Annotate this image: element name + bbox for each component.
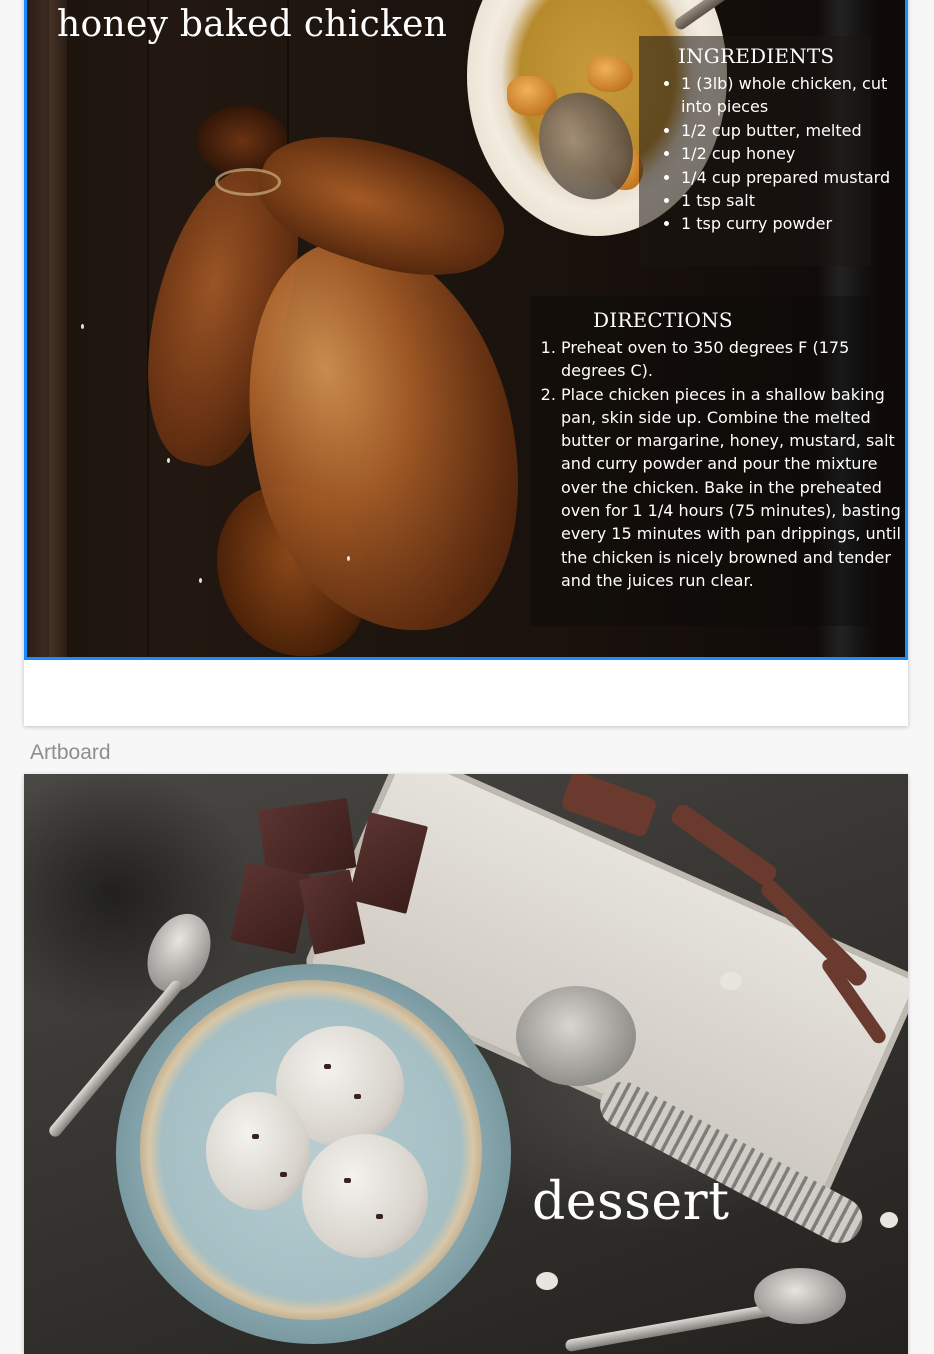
artboard-dessert[interactable]: dessert [24,774,908,1354]
melted-drop [720,972,742,990]
wood-grain [147,0,149,657]
speck [347,556,350,561]
artboard-recipe[interactable]: honey baked chicken INGREDIENTS 1 (3lb) … [24,0,908,726]
direction-step: Place chicken pieces in a shallow baking… [561,383,901,593]
ingredient-item: 1/2 cup butter, melted [681,119,891,142]
chip-image [587,56,633,92]
ice-cream-scoop [302,1134,428,1258]
dessert-title[interactable]: dessert [532,1172,729,1232]
spoon-handle-image [564,1303,774,1353]
ingredient-item: 1/4 cup prepared mustard [681,166,891,189]
speck [81,324,84,329]
twine-image [215,168,281,196]
ice-cream-scoop [206,1092,310,1210]
ingredient-item: 1 tsp salt [681,189,891,212]
chocolate-drizzle [559,774,659,839]
chocolate-fleck [376,1214,383,1219]
ingredient-item: 1/2 cup honey [681,142,891,165]
directions-heading[interactable]: DIRECTIONS [593,308,733,332]
melted-drop [536,1272,558,1290]
chocolate-drizzle [668,801,780,889]
speck [199,578,202,583]
ice-cream-scoop-tool-image [516,986,636,1086]
ingredients-list[interactable]: 1 (3lb) whole chicken, cut into pieces 1… [659,72,891,236]
speck [167,458,170,463]
chocolate-fleck [252,1134,259,1139]
chocolate-fleck [324,1064,331,1069]
ingredients-heading[interactable]: INGREDIENTS [678,44,834,68]
artboard-label[interactable]: Artboard [30,741,111,765]
recipe-card-selected[interactable]: honey baked chicken INGREDIENTS 1 (3lb) … [24,0,908,660]
recipe-title[interactable]: honey baked chicken [57,4,447,45]
spoon-image [754,1268,846,1324]
wood-plank-edge [49,0,67,657]
melted-drop [880,1212,898,1228]
chocolate-fleck [354,1094,361,1099]
chocolate-fleck [344,1178,351,1183]
ingredient-item: 1 tsp curry powder [681,212,891,235]
direction-step: Preheat oven to 350 degrees F (175 degre… [561,336,901,383]
chocolate-piece [230,862,312,954]
dessert-bowl-image [140,980,482,1320]
chocolate-fleck [280,1172,287,1177]
ingredient-item: 1 (3lb) whole chicken, cut into pieces [681,72,891,119]
directions-list[interactable]: Preheat oven to 350 degrees F (175 degre… [537,336,901,592]
